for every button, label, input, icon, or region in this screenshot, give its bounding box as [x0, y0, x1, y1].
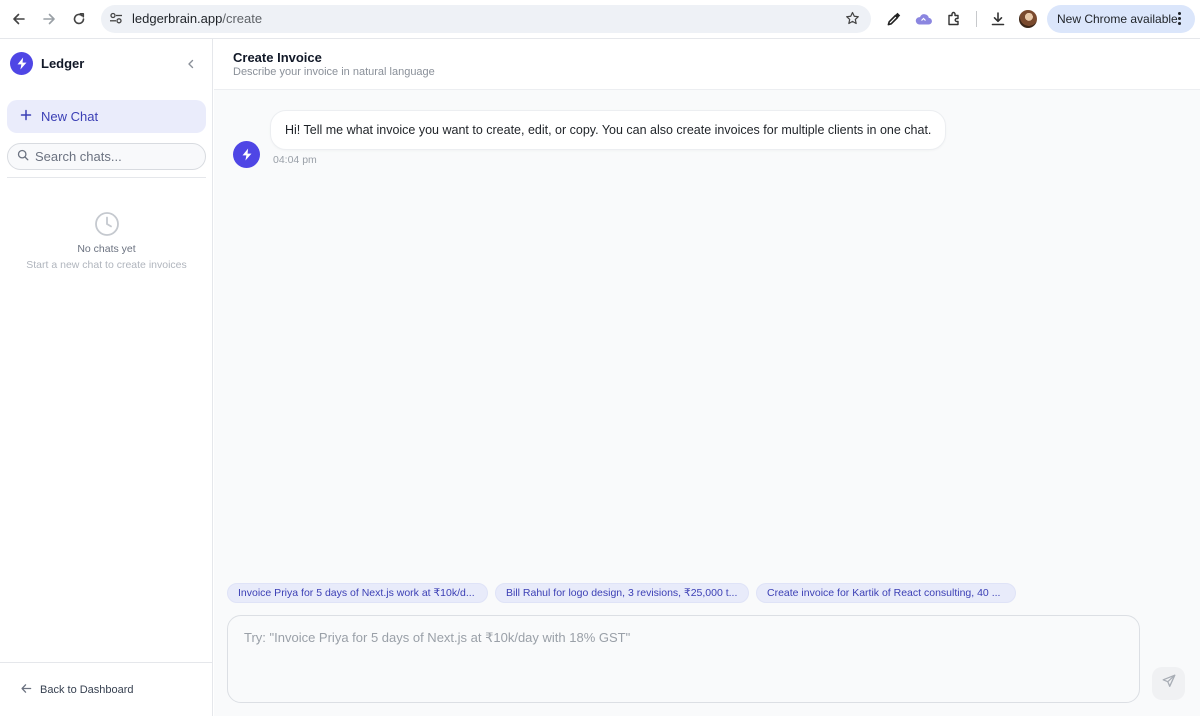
suggestion-chip-label: Invoice Priya for 5 days of Next.js work…	[238, 587, 475, 599]
chat-main: Create Invoice Describe your invoice in …	[214, 39, 1200, 716]
brand[interactable]: Ledger	[10, 52, 84, 75]
extensions-puzzle-icon[interactable]	[944, 9, 964, 29]
suggestion-chip-label: Create invoice for Kartik of React consu…	[767, 587, 1001, 599]
suggestion-chips: Invoice Priya for 5 days of Next.js work…	[227, 583, 1016, 603]
url-text: ledgerbrain.app/create	[132, 11, 262, 26]
search-chats-field[interactable]	[7, 143, 206, 170]
sidebar: Ledger New Chat No chats yet Start a new…	[0, 39, 213, 716]
suggestion-chip[interactable]: Invoice Priya for 5 days of Next.js work…	[227, 583, 488, 603]
collapse-sidebar-chevron-icon[interactable]	[184, 57, 198, 71]
suggestion-chip[interactable]: Create invoice for Kartik of React consu…	[756, 583, 1016, 603]
assistant-lightning-icon	[233, 141, 260, 168]
back-arrow-icon[interactable]	[8, 8, 30, 30]
suggestion-chip-label: Bill Rahul for logo design, 3 revisions,…	[506, 587, 738, 599]
chrome-update-label: New Chrome available	[1057, 12, 1178, 26]
message-timestamp: 04:04 pm	[273, 154, 317, 166]
toolbar-separator	[976, 11, 977, 27]
page-header: Create Invoice Describe your invoice in …	[214, 39, 1200, 90]
plus-icon	[20, 109, 32, 124]
more-menu-icon[interactable]	[1178, 12, 1181, 25]
lightning-logo-icon	[10, 52, 33, 75]
page-title: Create Invoice	[233, 50, 322, 65]
back-to-dashboard-label: Back to Dashboard	[40, 684, 134, 696]
site-settings-icon[interactable]	[109, 11, 123, 30]
forward-arrow-icon[interactable]	[38, 8, 60, 30]
address-bar[interactable]: ledgerbrain.app/create	[101, 5, 871, 33]
assistant-message-text: Hi! Tell me what invoice you want to cre…	[285, 123, 932, 137]
sidebar-divider	[7, 177, 206, 178]
reload-icon[interactable]	[68, 8, 90, 30]
suggestion-chip[interactable]: Bill Rahul for logo design, 3 revisions,…	[495, 583, 749, 603]
message-composer	[227, 615, 1140, 703]
empty-chats-subtitle: Start a new chat to create invoices	[26, 259, 187, 271]
page-subtitle: Describe your invoice in natural languag…	[233, 66, 435, 78]
cloud-extension-icon[interactable]	[914, 9, 934, 29]
browser-toolbar: ledgerbrain.app/create New Chrome availa…	[0, 0, 1200, 39]
bookmark-star-icon[interactable]	[845, 11, 860, 31]
eyedropper-extension-icon[interactable]	[884, 9, 904, 29]
send-button[interactable]	[1152, 667, 1185, 700]
chrome-update-button[interactable]: New Chrome available	[1047, 5, 1195, 33]
url-path: /create	[222, 11, 263, 26]
sidebar-footer-divider	[0, 662, 213, 663]
send-paper-plane-icon	[1162, 674, 1176, 693]
brand-name: Ledger	[41, 56, 85, 71]
url-host: ledgerbrain.app	[132, 11, 223, 26]
profile-avatar[interactable]	[1019, 10, 1037, 28]
empty-chats-state: No chats yet Start a new chat to create …	[0, 211, 213, 271]
search-icon	[17, 148, 29, 166]
download-icon[interactable]	[988, 9, 1008, 29]
assistant-message-bubble: Hi! Tell me what invoice you want to cre…	[270, 110, 947, 150]
new-chat-button[interactable]: New Chat	[7, 100, 206, 133]
new-chat-label: New Chat	[41, 109, 99, 124]
back-to-dashboard-link[interactable]: Back to Dashboard	[21, 683, 134, 697]
arrow-left-icon	[21, 683, 32, 697]
clock-icon	[94, 211, 120, 237]
message-input[interactable]	[244, 630, 1124, 690]
search-chats-input[interactable]	[35, 149, 195, 164]
empty-chats-title: No chats yet	[77, 243, 136, 255]
